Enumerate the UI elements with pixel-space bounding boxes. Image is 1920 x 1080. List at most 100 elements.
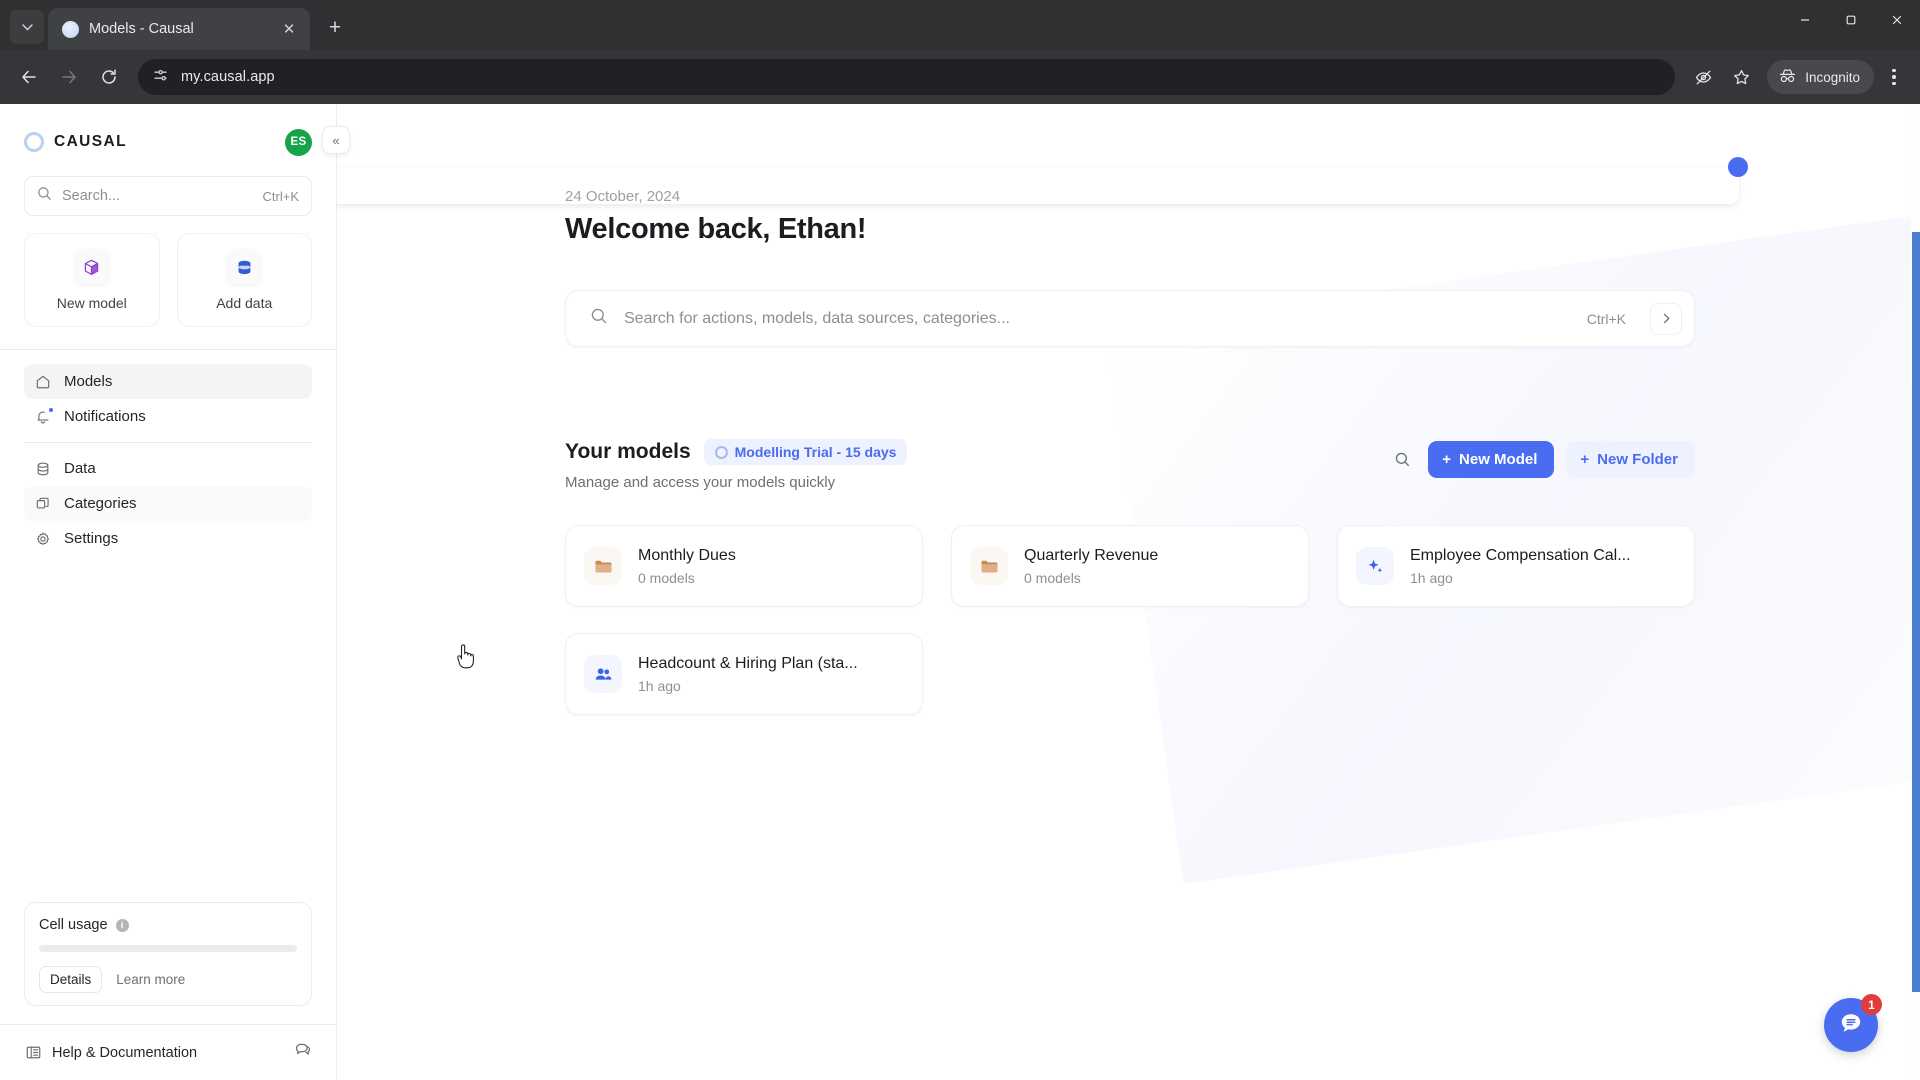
sidebar-item-data[interactable]: Data — [24, 451, 312, 486]
incognito-label: Incognito — [1805, 69, 1860, 85]
updates-notification-dot — [1728, 157, 1748, 177]
new-model-button[interactable]: + New Model — [1428, 441, 1555, 478]
models-section-header: Your models Modelling Trial - 15 days Ma… — [565, 439, 1695, 491]
models-header-actions: + New Model + New Folder — [1388, 439, 1695, 478]
sidebar-search-placeholder: Search... — [62, 188, 121, 204]
close-window-icon[interactable] — [1874, 0, 1920, 40]
collapse-sidebar-button[interactable]: « — [322, 126, 350, 154]
cell-usage-card: Cell usage i Details Learn more — [24, 902, 312, 1006]
model-card-text: Monthly Dues 0 models — [638, 547, 736, 586]
global-search-input[interactable]: Search for actions, models, data sources… — [565, 290, 1695, 347]
tab-search-button[interactable] — [10, 10, 44, 44]
new-folder-label: New Folder — [1597, 451, 1678, 468]
sidebar-item-settings[interactable]: Settings — [24, 521, 312, 556]
new-model-label: New Model — [1459, 451, 1538, 468]
cell-usage-details-button[interactable]: Details — [39, 966, 103, 993]
main-content: Updates 24 October, 2024 Welcome back, E… — [337, 104, 1920, 1080]
main-inner: 24 October, 2024 Welcome back, Ethan! Se… — [337, 140, 1920, 715]
sidebar-item-categories[interactable]: Categories — [24, 486, 312, 521]
tab-favicon-icon — [62, 20, 79, 38]
chat-icon[interactable] — [294, 1041, 312, 1064]
global-search-shortcut: Ctrl+K — [1586, 310, 1626, 327]
chat-unread-badge: 1 — [1861, 994, 1882, 1015]
browser-toolbar: my.causal.app Incognito — [0, 50, 1920, 104]
quick-actions: New model Add data — [24, 233, 312, 327]
model-card[interactable]: Headcount & Hiring Plan (sta... 1h ago — [565, 633, 923, 715]
hide-tracking-icon[interactable] — [1685, 59, 1721, 95]
model-card-title: Quarterly Revenue — [1024, 546, 1159, 564]
help-documentation-label[interactable]: Help & Documentation — [52, 1045, 197, 1061]
new-tab-button[interactable]: + — [318, 11, 352, 45]
tab-strip: Models - Causal ✕ + — [0, 0, 1920, 50]
model-card[interactable]: Monthly Dues 0 models — [565, 525, 923, 607]
brand-name: CAUSAL — [54, 133, 127, 150]
chat-widget-button[interactable]: 1 — [1824, 994, 1882, 1052]
status-badge: Modelling Trial - 15 days — [703, 439, 908, 465]
new-model-quick-button[interactable]: New model — [24, 233, 160, 327]
close-tab-icon[interactable]: ✕ — [278, 18, 300, 40]
scrollbar-thumb[interactable] — [1912, 232, 1920, 992]
models-title-row: Your models Modelling Trial - 15 days — [565, 439, 1388, 465]
forward-icon[interactable] — [50, 58, 88, 96]
models-section-subtitle: Manage and access your models quickly — [565, 474, 836, 491]
bookmark-star-icon[interactable] — [1723, 59, 1759, 95]
window-controls — [1782, 0, 1920, 50]
add-data-quick-label: Add data — [216, 295, 273, 311]
chevron-right-icon[interactable] — [1650, 302, 1682, 335]
model-card-meta: 0 models — [638, 569, 695, 586]
home-icon — [34, 373, 52, 391]
sidebar-nav-primary: Models Notifications — [0, 350, 336, 434]
model-card[interactable]: Quarterly Revenue 0 models — [951, 525, 1309, 607]
book-icon — [24, 1044, 42, 1062]
info-icon[interactable]: i — [115, 918, 129, 932]
chat-icon — [1837, 1009, 1865, 1042]
model-card[interactable]: Employee Compensation Cal... 1h ago — [1337, 525, 1695, 607]
sidebar-item-models[interactable]: Models — [24, 364, 312, 399]
search-icon[interactable] — [1388, 446, 1416, 474]
sparkle-icon — [1356, 547, 1394, 585]
model-card-title: Headcount & Hiring Plan (sta... — [638, 654, 858, 672]
model-card-text: Headcount & Hiring Plan (sta... 1h ago — [638, 655, 858, 694]
toolbar-right: Incognito — [1685, 59, 1910, 95]
model-card-title: Employee Compensation Cal... — [1410, 546, 1631, 564]
site-settings-icon[interactable] — [152, 67, 169, 88]
browser-menu-icon[interactable] — [1878, 59, 1910, 95]
incognito-indicator[interactable]: Incognito — [1767, 60, 1874, 94]
maximize-icon[interactable] — [1828, 0, 1874, 40]
cell-usage-header: Cell usage i — [39, 917, 297, 933]
back-icon[interactable] — [10, 58, 48, 96]
folder-icon — [970, 547, 1008, 585]
search-icon — [37, 186, 52, 206]
notification-dot — [48, 406, 54, 413]
sidebar-nav-divider — [24, 442, 312, 443]
minimize-icon[interactable] — [1782, 0, 1828, 40]
clock-icon — [714, 445, 728, 459]
sidebar-item-categories-label: Categories — [64, 495, 137, 512]
model-card-meta: 0 models — [1024, 569, 1081, 586]
address-bar[interactable]: my.causal.app — [138, 59, 1676, 95]
browser-window: Models - Causal ✕ + my.causal.app Incogn… — [0, 0, 1920, 1080]
sidebar-item-notifications[interactable]: Notifications — [24, 399, 312, 434]
models-header-left: Your models Modelling Trial - 15 days Ma… — [565, 439, 1388, 491]
database-icon — [226, 249, 263, 285]
model-card-meta: 1h ago — [1410, 569, 1453, 586]
copy-icon — [34, 495, 52, 513]
cell-usage-progress-bar — [39, 945, 297, 952]
bell-icon — [34, 406, 54, 426]
cell-usage-learn-more-link[interactable]: Learn more — [108, 966, 193, 993]
scrollbar-track[interactable] — [1911, 104, 1920, 1080]
browser-tab[interactable]: Models - Causal ✕ — [48, 8, 310, 50]
cube-icon — [73, 249, 110, 285]
cell-usage-title: Cell usage — [39, 917, 108, 933]
plus-icon: + — [1442, 451, 1452, 468]
sidebar-item-models-label: Models — [64, 373, 113, 390]
incognito-icon — [1778, 68, 1797, 86]
avatar[interactable]: ES — [285, 128, 312, 156]
model-card-title: Monthly Dues — [638, 546, 736, 564]
add-data-quick-button[interactable]: Add data — [176, 233, 312, 327]
model-card-text: Employee Compensation Cal... 1h ago — [1410, 547, 1631, 586]
sidebar-search-input[interactable]: Search... Ctrl+K — [24, 176, 312, 216]
new-folder-button[interactable]: + New Folder — [1566, 441, 1695, 478]
reload-icon[interactable] — [90, 58, 128, 96]
page-viewport: CAUSAL ES Search... Ctrl+K New model Add… — [0, 104, 1920, 1080]
